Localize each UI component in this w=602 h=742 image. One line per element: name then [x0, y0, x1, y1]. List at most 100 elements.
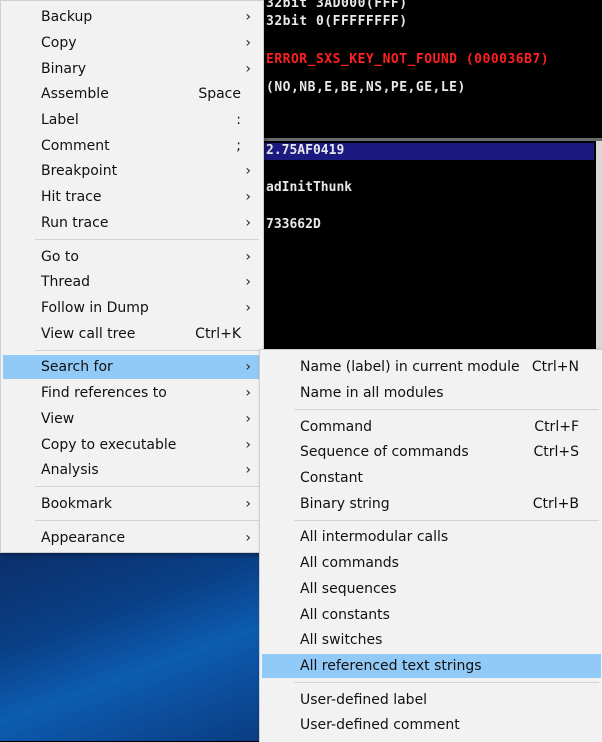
menu-item-assemble[interactable]: Assemble Space [3, 82, 261, 106]
menu-item-find-references-to[interactable]: Find references to › [3, 381, 261, 405]
menu-item-label: Name (label) in current module [300, 359, 520, 375]
menu-item-label: All intermodular calls [300, 529, 449, 545]
chevron-right-icon: › [245, 496, 251, 512]
menu-item-label: Command [300, 419, 372, 435]
chevron-right-icon: › [245, 163, 251, 179]
menu-separator [294, 409, 599, 410]
submenu-item-name-in-all-modules[interactable]: Name in all modules [262, 381, 601, 405]
submenu-item-all-switches[interactable]: All switches [262, 628, 601, 652]
chevron-right-icon: › [245, 215, 251, 231]
menu-item-label: Label [41, 112, 79, 128]
menu-item-label: Breakpoint [41, 163, 118, 179]
menu-item-label: Thread [41, 274, 90, 290]
menu-item-label: Hit trace [41, 189, 102, 205]
chevron-right-icon: › [245, 385, 251, 401]
menu-item-label: All commands [300, 555, 399, 571]
menu-item-thread[interactable]: Thread › [3, 270, 261, 294]
submenu-item-all-commands[interactable]: All commands [262, 551, 601, 575]
menu-item-label: Sequence of commands [300, 444, 469, 460]
menu-item-label: All switches [300, 632, 383, 648]
shortcut-label: ; [236, 138, 241, 154]
submenu-item-command[interactable]: Command Ctrl+F [262, 415, 601, 439]
register-line: 32bit 3AD000(FFF) [266, 0, 408, 11]
chevron-right-icon: › [245, 437, 251, 453]
chevron-right-icon: › [245, 35, 251, 51]
menu-item-label: Run trace [41, 215, 109, 231]
menu-item-label: Search for [41, 359, 113, 375]
chevron-right-icon: › [245, 300, 251, 316]
menu-item-view[interactable]: View › [3, 407, 261, 431]
menu-item-label: Binary [41, 61, 86, 77]
chevron-right-icon: › [245, 61, 251, 77]
shortcut-label: : [236, 112, 241, 128]
menu-item-copy-to-executable[interactable]: Copy to executable › [3, 433, 261, 457]
submenu-item-all-constants[interactable]: All constants [262, 603, 601, 627]
menu-item-label: All sequences [300, 581, 397, 597]
scrollbar[interactable] [596, 141, 602, 353]
menu-item-label: View call tree [41, 326, 136, 342]
menu-item-breakpoint[interactable]: Breakpoint › [3, 159, 261, 183]
menu-separator [35, 486, 259, 487]
menu-item-go-to[interactable]: Go to › [3, 245, 261, 269]
shortcut-label: Space [198, 86, 241, 102]
stack-line: 2.75AF0419 [266, 143, 345, 158]
menu-item-label: Binary string [300, 496, 390, 512]
menu-separator [35, 520, 259, 521]
menu-item-follow-in-dump[interactable]: Follow in Dump › [3, 296, 261, 320]
submenu-item-all-referenced-text-strings[interactable]: All referenced text strings [262, 654, 601, 678]
menu-separator [35, 350, 259, 351]
submenu-item-all-sequences[interactable]: All sequences [262, 577, 601, 601]
menu-item-comment[interactable]: Comment; [3, 134, 261, 158]
shortcut-label: Ctrl+B [532, 496, 579, 512]
menu-item-label: Assemble [41, 86, 109, 102]
menu-item-hit-trace[interactable]: Hit trace › [3, 185, 261, 209]
shortcut-label: Ctrl+N [531, 359, 579, 375]
menu-item-label: User-defined label [300, 692, 428, 708]
menu-item-bookmark[interactable]: Bookmark › [3, 492, 261, 516]
submenu-item-user-defined-label[interactable]: User-defined label [262, 688, 601, 712]
submenu-item-constant[interactable]: Constant [262, 466, 601, 490]
chevron-right-icon: › [245, 189, 251, 205]
menu-item-search-for[interactable]: Search for › [3, 355, 261, 379]
menu-item-run-trace[interactable]: Run trace › [3, 211, 261, 235]
submenu-item-user-defined-comment[interactable]: User-defined comment [262, 713, 601, 737]
menu-item-label: Bookmark [41, 496, 112, 512]
chevron-right-icon: › [245, 274, 251, 290]
menu-item-label: Backup [41, 9, 93, 25]
menu-item-label: View [41, 411, 75, 427]
menu-item-label[interactable]: Label: [3, 108, 261, 132]
menu-item-label: Name in all modules [300, 385, 444, 401]
search-for-submenu: Name (label) in current module Ctrl+N Nam… [259, 349, 602, 742]
last-error-line: ERROR_SXS_KEY_NOT_FOUND (000036B7) [266, 52, 550, 67]
menu-item-label: Comment [41, 138, 110, 154]
menu-item-copy[interactable]: Copy › [3, 31, 261, 55]
shortcut-label: Ctrl+K [195, 326, 241, 342]
menu-item-appearance[interactable]: Appearance › [3, 526, 261, 550]
submenu-item-all-intermodular-calls[interactable]: All intermodular calls [262, 525, 601, 549]
menu-item-label: All referenced text strings [300, 658, 482, 674]
submenu-item-name-in-current-module[interactable]: Name (label) in current module Ctrl+N [262, 355, 601, 379]
menu-item-analysis[interactable]: Analysis › [3, 458, 261, 482]
menu-separator [294, 682, 599, 683]
menu-item-binary[interactable]: Binary › [3, 57, 261, 81]
context-menu: Backup › Copy › Binary › Assemble Space Labe… [0, 0, 264, 553]
shortcut-label: Ctrl+F [534, 419, 579, 435]
menu-item-label: Constant [300, 470, 363, 486]
menu-separator [35, 239, 259, 240]
menu-item-label: Find references to [41, 385, 167, 401]
submenu-item-sequence-of-commands[interactable]: Sequence of commands Ctrl+S [262, 440, 601, 464]
menu-item-label: Analysis [41, 462, 99, 478]
menu-item-label: User-defined comment [300, 717, 460, 733]
submenu-item-binary-string[interactable]: Binary string Ctrl+B [262, 492, 601, 516]
menu-item-label: Copy [41, 35, 77, 51]
menu-item-backup[interactable]: Backup › [3, 5, 261, 29]
shortcut-label: Ctrl+S [533, 444, 579, 460]
chevron-right-icon: › [245, 411, 251, 427]
menu-item-view-call-tree[interactable]: View call tree Ctrl+K [3, 322, 261, 346]
menu-item-label: Follow in Dump [41, 300, 149, 316]
chevron-right-icon: › [245, 9, 251, 25]
register-line: 32bit 0(FFFFFFFF) [266, 14, 408, 29]
chevron-right-icon: › [245, 530, 251, 546]
menu-item-label: Appearance [41, 530, 126, 546]
stack-pane[interactable]: 2.75AF0419 adInitThunk 733662D [260, 141, 602, 353]
